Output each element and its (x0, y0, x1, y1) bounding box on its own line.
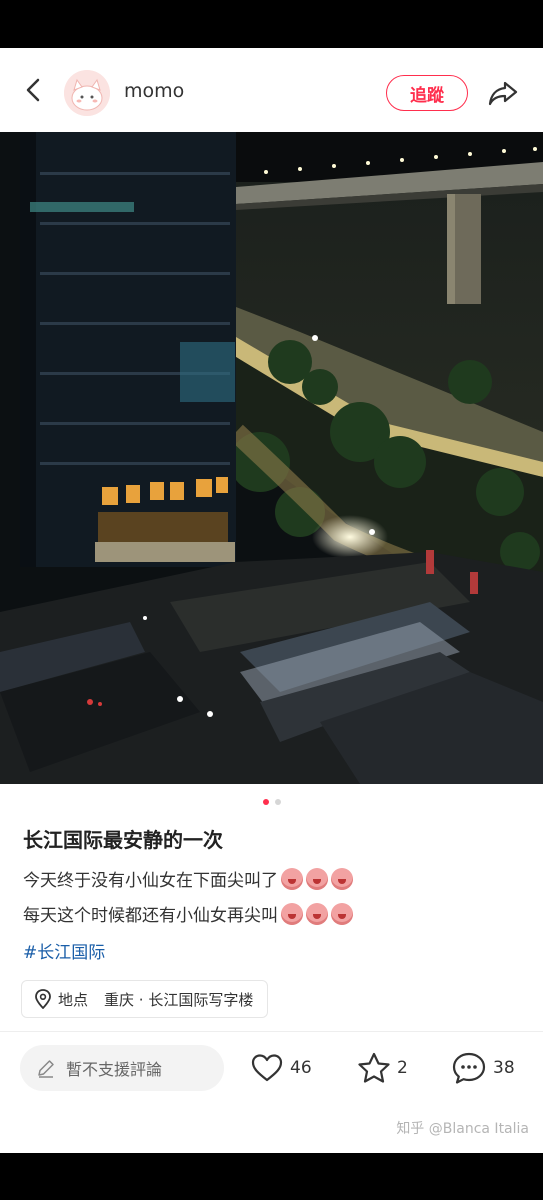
crying-face-icon (281, 867, 303, 890)
username[interactable]: momo (124, 80, 184, 102)
post-body-line-1: 今天终于没有小仙女在下面尖叫了 (23, 866, 353, 891)
avatar[interactable] (64, 70, 110, 116)
hashtag-link[interactable]: #长江国际 (23, 938, 105, 963)
crying-face-icon (306, 902, 328, 925)
watermark: 知乎 @Blanca Italia (396, 1121, 529, 1137)
image-pager (0, 799, 543, 805)
comment-count: 38 (493, 1058, 515, 1078)
divider (0, 1031, 543, 1032)
favorite-button[interactable]: 2 (357, 1050, 408, 1086)
like-button[interactable]: 46 (250, 1050, 312, 1086)
post-body-line-2: 每天这个时候都还有小仙女再尖叫 (23, 901, 353, 926)
location-tag[interactable]: 地点 重庆 · 长江国际写字楼 (21, 980, 269, 1018)
speech-bubble-icon (452, 1052, 486, 1084)
crying-face-icon (306, 867, 328, 890)
comment-placeholder: 暫不支援評論 (66, 1060, 163, 1079)
crying-face-icon (331, 867, 353, 890)
favorite-count: 2 (397, 1058, 408, 1078)
avatar-cat-icon (64, 70, 110, 116)
share-icon[interactable] (487, 79, 519, 107)
location-pin-icon (35, 989, 51, 1009)
star-icon (358, 1052, 390, 1083)
heart-icon (251, 1054, 283, 1082)
top-bar: momo 追蹤 (0, 48, 543, 132)
back-arrow-icon[interactable] (22, 76, 48, 104)
follow-button[interactable]: 追蹤 (386, 75, 468, 111)
comment-input[interactable]: 暫不支援評論 (20, 1045, 224, 1091)
post-body-text: 今天终于没有小仙女在下面尖叫了 (23, 871, 278, 891)
post-photo[interactable] (0, 132, 543, 784)
post-body-text: 每天这个时候都还有小仙女再尖叫 (23, 906, 278, 926)
crying-face-icon (331, 902, 353, 925)
pager-dot[interactable] (274, 799, 281, 805)
crying-face-icon (281, 902, 303, 925)
comment-button[interactable]: 38 (451, 1050, 515, 1086)
location-label: 地点 (58, 990, 89, 1009)
night-city-image (0, 132, 543, 784)
pager-dot-active[interactable] (262, 799, 269, 805)
pencil-icon (38, 1060, 54, 1078)
like-count: 46 (290, 1058, 312, 1078)
post-title: 长江国际最安静的一次 (23, 828, 223, 852)
post-screen: momo 追蹤 长江国际最安静的一次 今天终于没有小仙女在下面尖叫了 每天这个时… (0, 48, 543, 1153)
location-value: 重庆 · 长江国际写字楼 (104, 990, 254, 1009)
